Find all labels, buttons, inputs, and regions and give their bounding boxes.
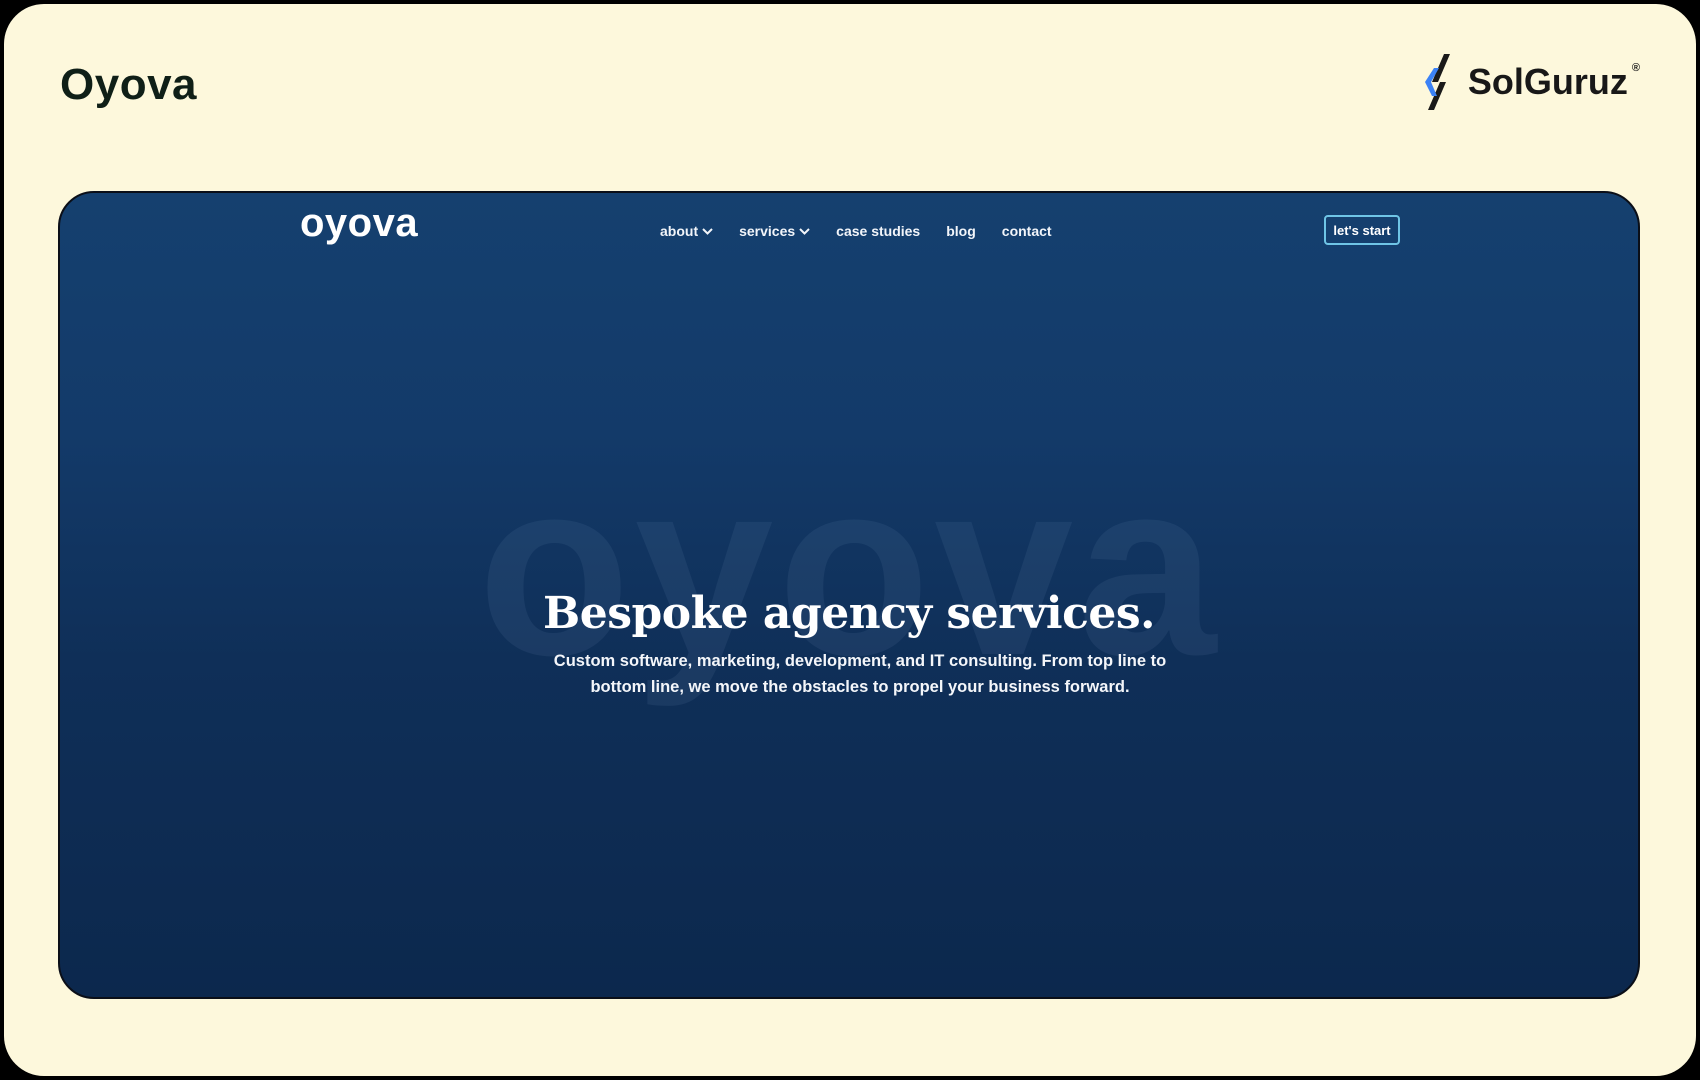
nav-item-contact[interactable]: contact <box>1002 223 1052 239</box>
hero-headline: Bespoke agency services. <box>543 588 1155 639</box>
main-nav: about services case studies blog contact <box>660 223 1052 239</box>
solguruz-brand: SolGuruz ® <box>1422 52 1640 112</box>
nav-item-label: case studies <box>836 223 921 239</box>
hero-subtext: Custom software, marketing, development,… <box>553 652 1167 696</box>
nav-item-case-studies[interactable]: case studies <box>836 223 920 239</box>
chevron-down-icon <box>702 228 713 235</box>
nav-item-blog[interactable]: blog <box>946 223 976 239</box>
showcase-frame: Oyova SolGuruz ® oyova oyova about servi… <box>4 4 1696 1076</box>
brand-name: SolGuruz <box>1467 61 1628 102</box>
nav-item-label: blog <box>946 223 976 239</box>
solguruz-logo-icon <box>1424 54 1450 110</box>
site-logo[interactable]: oyova <box>300 201 418 246</box>
showcase-title: Oyova <box>60 60 198 109</box>
nav-item-about[interactable]: about <box>660 223 713 239</box>
website-screenshot: oyova oyova about services case studies … <box>58 191 1640 999</box>
chevron-down-icon <box>799 228 810 235</box>
lets-start-button[interactable]: let's start <box>1324 215 1400 245</box>
nav-item-services[interactable]: services <box>739 223 810 239</box>
nav-item-label: about <box>660 223 699 239</box>
nav-item-label: contact <box>1001 223 1052 239</box>
registered-mark: ® <box>1631 62 1640 74</box>
nav-item-label: services <box>739 223 796 239</box>
